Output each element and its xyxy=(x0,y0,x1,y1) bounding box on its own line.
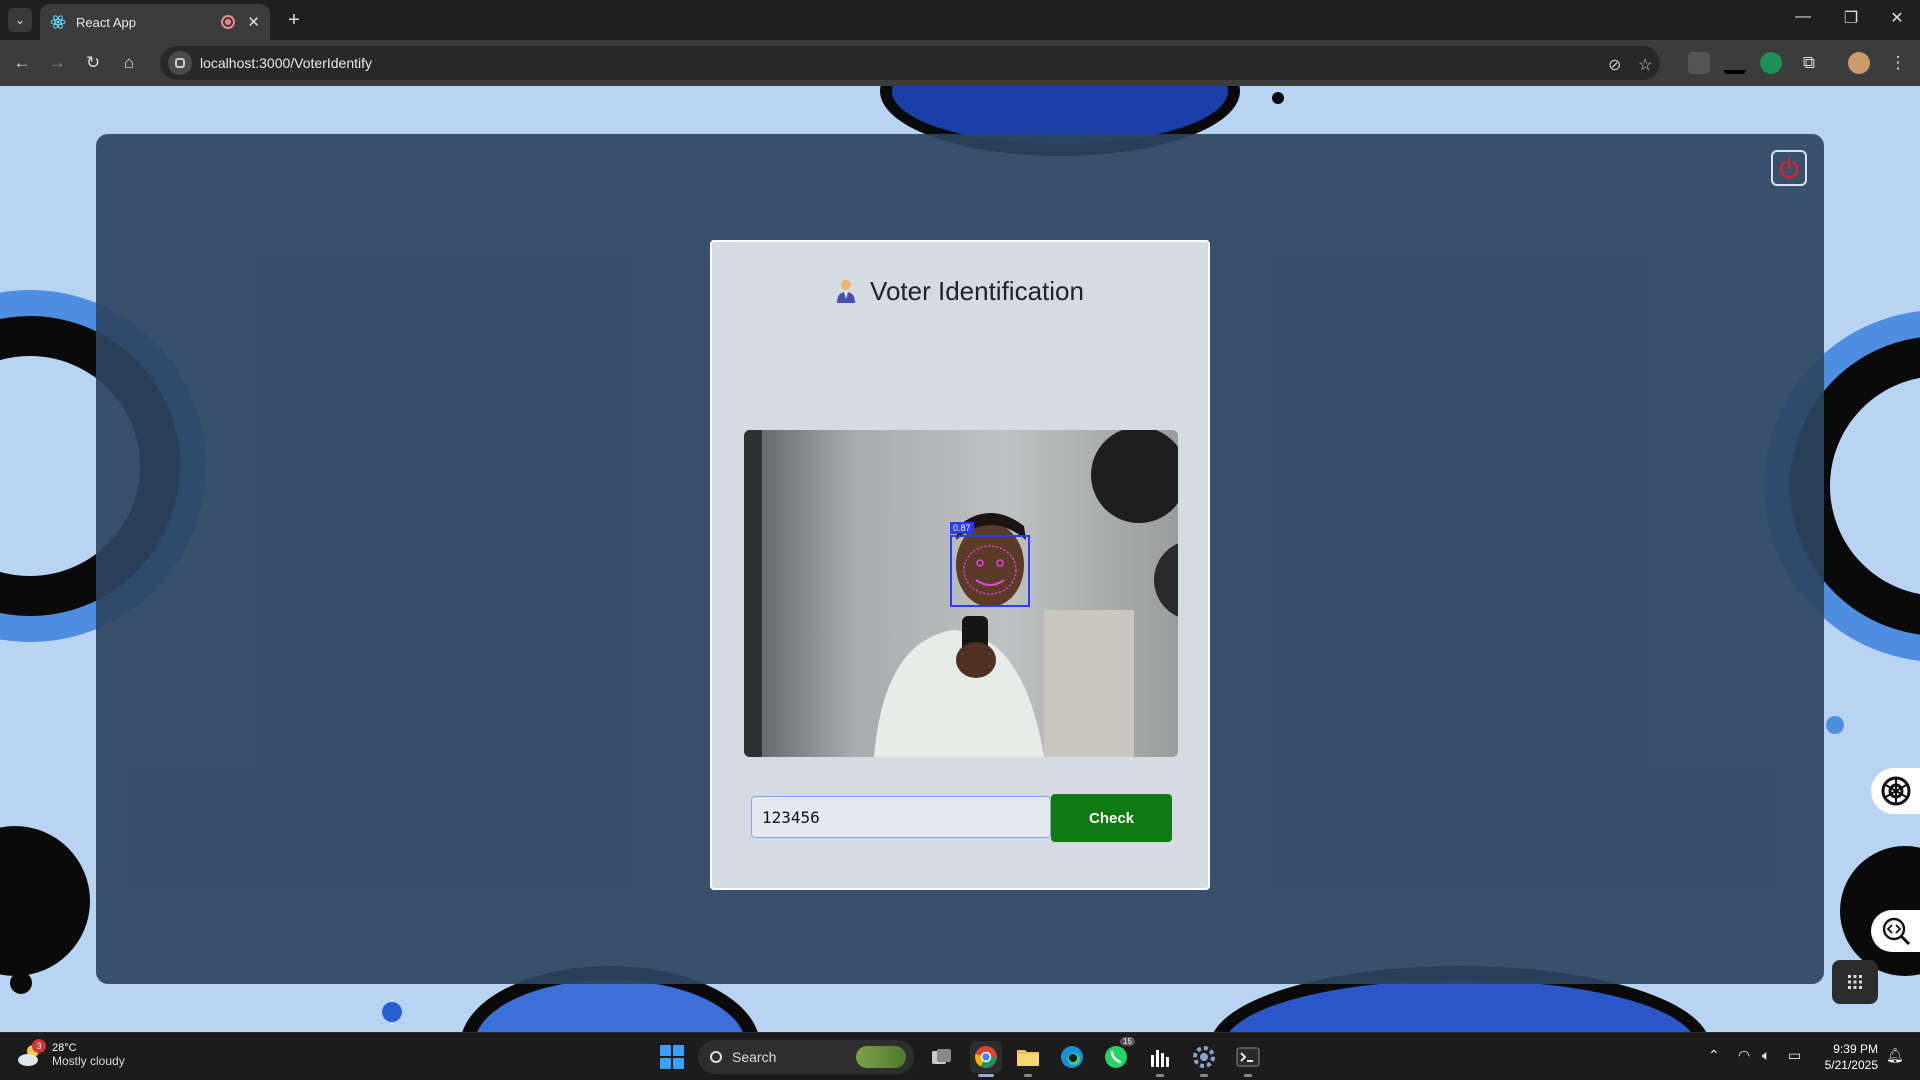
background-dot xyxy=(1272,92,1284,104)
weather-temperature: 28°C xyxy=(52,1042,77,1054)
home-icon[interactable]: ⌂ xyxy=(117,51,141,75)
forward-icon[interactable]: → xyxy=(45,51,69,75)
new-tab-button[interactable]: + xyxy=(282,8,306,32)
notifications-icon[interactable]: 🔔︎ xyxy=(1886,1047,1904,1064)
close-tab-icon[interactable]: ✕ xyxy=(247,13,260,31)
windows-taskbar: 3 28°C Mostly cloudy Search 15 ⌃ ◠ 🔈︎ ▭ … xyxy=(0,1032,1920,1080)
running-indicator xyxy=(1156,1074,1164,1077)
tab-list-chevron-icon[interactable]: ⌄ xyxy=(8,8,32,32)
extension-icon[interactable] xyxy=(1724,52,1746,74)
weather-widget[interactable]: 3 28°C Mostly cloudy xyxy=(16,1039,125,1069)
cloudy-weather-icon: 3 xyxy=(16,1039,46,1069)
system-clock[interactable]: 9:39 PM 5/21/2025 xyxy=(1818,1041,1878,1073)
clock-time: 9:39 PM xyxy=(1833,1042,1878,1056)
whatsapp-notification-badge: 15 xyxy=(1120,1037,1135,1046)
site-info-icon[interactable] xyxy=(168,51,192,75)
voter-id-input[interactable] xyxy=(751,796,1051,838)
browser-tab-bar: ⌄ React App ✕ + — ❐ ✕ xyxy=(0,0,1920,40)
active-indicator xyxy=(978,1074,994,1077)
taskbar-search-label: Search xyxy=(732,1049,777,1065)
show-hidden-icons-chevron-icon[interactable]: ⌃ xyxy=(1708,1047,1720,1064)
minimize-icon[interactable]: — xyxy=(1788,8,1818,26)
blackbox-widget-button[interactable] xyxy=(1832,960,1878,1004)
weather-alert-badge: 3 xyxy=(32,1039,46,1053)
running-indicator xyxy=(1244,1074,1252,1077)
search-highlight-image xyxy=(856,1046,906,1068)
background-dot xyxy=(1826,716,1844,734)
background-blob xyxy=(0,826,90,976)
whatsapp-icon[interactable]: 15 xyxy=(1100,1037,1135,1073)
openai-knot-icon xyxy=(1881,776,1910,806)
running-indicator xyxy=(1024,1074,1032,1077)
background-dot xyxy=(382,1002,402,1022)
code-search-side-button[interactable] xyxy=(1871,910,1920,952)
close-window-icon[interactable]: ✕ xyxy=(1882,8,1912,28)
check-button[interactable]: Check xyxy=(1051,794,1172,842)
assistant-side-button[interactable] xyxy=(1871,768,1920,814)
clock-date: 5/21/2025 xyxy=(1824,1058,1878,1072)
url-text[interactable]: localhost:3000/VoterIdentify xyxy=(200,55,372,71)
taskbar-search[interactable]: Search xyxy=(698,1040,914,1074)
page-viewport: Voter Identification 0.87 123456 Check xyxy=(0,86,1920,1032)
webcam-feed: 0.87 xyxy=(744,430,1178,757)
battery-icon[interactable]: ▭ xyxy=(1788,1047,1801,1064)
wifi-icon[interactable]: ◠ xyxy=(1738,1047,1750,1064)
browser-toolbar: ← → ↻ ⌂ localhost:3000/VoterIdentify ⊘ ☆… xyxy=(0,40,1920,86)
tab-title: React App xyxy=(76,14,136,30)
browser-tab[interactable]: React App ✕ xyxy=(40,4,270,40)
react-favicon-icon xyxy=(50,15,66,29)
chrome-icon[interactable] xyxy=(970,1041,1002,1077)
camera-blocked-icon[interactable]: ⊘ xyxy=(1608,55,1621,75)
extensions-puzzle-icon[interactable]: ⧉ xyxy=(1797,51,1821,75)
background-dot xyxy=(10,972,32,994)
code-search-icon xyxy=(1882,917,1910,946)
person-icon xyxy=(837,280,856,303)
reload-icon[interactable]: ↻ xyxy=(81,51,105,75)
recording-indicator-icon xyxy=(221,15,236,29)
file-explorer-icon[interactable] xyxy=(1012,1041,1044,1077)
windows-start-icon[interactable] xyxy=(660,1045,684,1069)
volume-icon[interactable]: 🔈︎ xyxy=(1762,1047,1770,1064)
face-detection-box xyxy=(950,535,1030,607)
edge-icon[interactable] xyxy=(1056,1041,1088,1073)
face-detection-score: 0.87 xyxy=(950,522,974,534)
running-indicator xyxy=(1200,1074,1208,1077)
settings-gear-icon[interactable] xyxy=(1188,1041,1220,1077)
back-icon[interactable]: ← xyxy=(10,51,34,75)
logout-power-button[interactable] xyxy=(1771,150,1807,186)
extension-icon[interactable] xyxy=(1688,52,1710,74)
card-title: Voter Identification xyxy=(712,276,1208,307)
restore-icon[interactable]: ❐ xyxy=(1836,8,1866,28)
bookmark-star-icon[interactable]: ☆ xyxy=(1638,55,1652,75)
profile-avatar[interactable] xyxy=(1848,52,1870,74)
address-bar[interactable]: localhost:3000/VoterIdentify ⊘ ☆ xyxy=(160,46,1660,80)
audio-meter-app-icon[interactable] xyxy=(1144,1041,1176,1077)
voter-identification-card: Voter Identification 0.87 123456 Check xyxy=(710,240,1210,890)
browser-menu-icon[interactable]: ⋮ xyxy=(1886,51,1910,75)
blackbox-logo-icon xyxy=(1848,975,1862,989)
power-icon xyxy=(1779,157,1799,179)
extension-icon[interactable] xyxy=(1760,52,1782,74)
terminal-icon[interactable] xyxy=(1232,1041,1264,1077)
task-view-icon[interactable] xyxy=(926,1041,958,1073)
weather-description: Mostly cloudy xyxy=(52,1054,125,1068)
card-title-text: Voter Identification xyxy=(870,276,1084,306)
search-icon xyxy=(710,1051,722,1063)
